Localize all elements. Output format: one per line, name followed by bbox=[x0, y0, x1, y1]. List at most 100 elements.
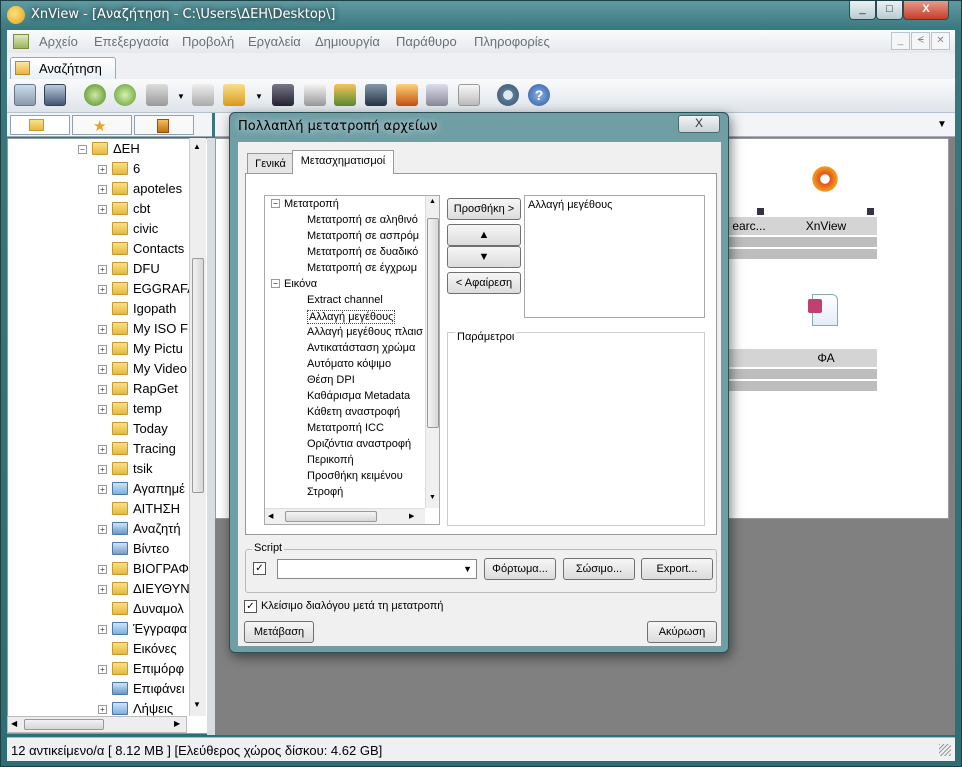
menu-tools[interactable]: Εργαλεία bbox=[248, 34, 301, 49]
collapse-icon[interactable]: − bbox=[78, 145, 87, 154]
go-button[interactable]: Μετάβαση bbox=[244, 621, 314, 643]
tree-item[interactable]: Επιφάνει bbox=[112, 681, 185, 701]
tree-item[interactable]: + My Video bbox=[98, 361, 187, 381]
settings-icon[interactable] bbox=[497, 84, 519, 106]
collapse-icon[interactable]: − bbox=[271, 199, 280, 208]
expand-icon[interactable]: + bbox=[98, 165, 107, 174]
expand-icon[interactable]: + bbox=[98, 325, 107, 334]
scroll-right-arrow-icon[interactable]: ▶ bbox=[174, 719, 180, 728]
transform-item[interactable]: Extract channel bbox=[307, 294, 383, 306]
load-script-button[interactable]: Φόρτωμα... bbox=[484, 558, 556, 580]
binoculars-icon[interactable] bbox=[272, 84, 294, 106]
folder-open-icon[interactable] bbox=[223, 84, 245, 106]
tree-item[interactable]: ΑΙΤΗΣΗ bbox=[112, 501, 180, 521]
transform-item[interactable]: Μετατροπή σε ασπρόμ bbox=[307, 230, 419, 242]
capture-icon[interactable] bbox=[365, 84, 387, 106]
transform-tree[interactable]: − Μετατροπή Μετατροπή σε αληθινό Μετατροπή … bbox=[264, 195, 440, 525]
transform-tree-vscroll[interactable]: ▲ ▼ bbox=[425, 196, 439, 508]
open-icon[interactable] bbox=[192, 84, 214, 106]
tab-transforms[interactable]: Μετασχηματισμοί bbox=[292, 150, 394, 174]
pane-splitter[interactable] bbox=[207, 138, 215, 735]
expand-icon[interactable]: + bbox=[98, 485, 107, 494]
transform-item[interactable]: Αντικατάσταση χρώμα bbox=[307, 342, 415, 354]
tree-item[interactable]: + Αναζητή bbox=[98, 521, 181, 541]
menu-edit[interactable]: Επεξεργασία bbox=[94, 34, 169, 49]
collapse-icon[interactable]: − bbox=[271, 279, 280, 288]
transform-item[interactable]: Περικοπή bbox=[307, 454, 354, 466]
transform-tree-hscroll[interactable]: ◀ ▶ bbox=[265, 508, 425, 524]
scroll-left-arrow-icon[interactable]: ◀ bbox=[268, 512, 273, 520]
transform-item[interactable]: Μετατροπή σε έγχρωμ bbox=[307, 262, 417, 274]
favorites-tab[interactable]: ★ bbox=[72, 115, 132, 135]
mdi-minimize-button[interactable]: _ bbox=[891, 32, 910, 50]
expand-icon[interactable]: + bbox=[98, 445, 107, 454]
tree-item[interactable]: + cbt bbox=[98, 201, 150, 221]
move-up-button[interactable]: ▲ bbox=[447, 224, 521, 246]
title-bar[interactable]: XnView - [Αναζήτηση - C:\Users\ΔΕΗ\Deskt… bbox=[1, 1, 961, 30]
scroll-up-arrow-icon[interactable]: ▲ bbox=[193, 142, 201, 151]
expand-icon[interactable]: + bbox=[98, 665, 107, 674]
tree-item[interactable]: + Αγαπημέ bbox=[98, 481, 185, 501]
tree-item[interactable]: Εικόνες bbox=[112, 641, 177, 661]
expand-icon[interactable]: + bbox=[98, 385, 107, 394]
folder-tree[interactable]: − ΔΕΗ +6 + apoteles + cbt civic Contacts + DFU + EG… bbox=[7, 138, 209, 734]
menu-file[interactable]: Αρχείο bbox=[39, 34, 78, 49]
tree-item[interactable]: + ΒΙΟΓΡΑΦ bbox=[98, 561, 189, 581]
menu-create[interactable]: Δημιουργία bbox=[315, 34, 380, 49]
transform-item[interactable]: Προσθήκη κειμένου bbox=[307, 470, 403, 482]
address-dropdown-icon[interactable]: ▼ bbox=[937, 119, 947, 130]
tab-search[interactable]: Αναζήτηση bbox=[10, 57, 116, 79]
transform-item[interactable]: Αλλαγή μεγέθους bbox=[307, 310, 396, 324]
add-transform-button[interactable]: Προσθήκη > bbox=[447, 198, 521, 220]
thumbnail-item[interactable]: ΦΑ bbox=[775, 349, 877, 391]
expand-icon[interactable]: + bbox=[98, 585, 107, 594]
tree-item[interactable]: + My Pictu bbox=[98, 341, 183, 361]
transform-item[interactable]: Μετατροπή σε αληθινό bbox=[307, 214, 418, 226]
expand-icon[interactable]: + bbox=[98, 525, 107, 534]
menu-window[interactable]: Παράθυρο bbox=[396, 34, 457, 49]
transform-item[interactable]: Αλλαγή μεγέθους πλαισ bbox=[307, 326, 423, 338]
help-icon[interactable]: ? bbox=[528, 84, 550, 106]
tree-item[interactable]: + temp bbox=[98, 401, 162, 421]
cancel-button[interactable]: Ακύρωση bbox=[647, 621, 717, 643]
print-icon[interactable] bbox=[304, 84, 326, 106]
tree-root[interactable]: − ΔΕΗ bbox=[78, 141, 140, 161]
scroll-thumb[interactable] bbox=[427, 218, 439, 428]
expand-icon[interactable]: + bbox=[98, 345, 107, 354]
refresh-icon[interactable] bbox=[84, 84, 106, 106]
tree-item[interactable]: Βίντεο bbox=[112, 541, 169, 561]
transform-group[interactable]: − Μετατροπή bbox=[271, 198, 339, 210]
scroll-down-arrow-icon[interactable]: ▼ bbox=[193, 700, 201, 709]
thumbnail-item[interactable]: XnView bbox=[775, 217, 877, 259]
maximize-button[interactable]: □ bbox=[876, 1, 903, 20]
tree-item[interactable]: + EGGRAFA bbox=[98, 281, 196, 301]
transform-item[interactable]: Μετατροπή ICC bbox=[307, 422, 384, 434]
tree-item[interactable]: +6 bbox=[98, 161, 140, 181]
transform-item[interactable]: Αυτόματο κόψιμο bbox=[307, 358, 391, 370]
close-after-label[interactable]: Κλείσιμο διαλόγου μετά τη μετατροπή bbox=[261, 600, 443, 612]
tree-item[interactable]: + DFU bbox=[98, 261, 160, 281]
tree-item[interactable]: + ΔΙΕΥΘΥΝ bbox=[98, 581, 190, 601]
transform-item[interactable]: Κάθετη αναστροφή bbox=[307, 406, 400, 418]
transform-item[interactable]: Θέση DPI bbox=[307, 374, 355, 386]
expand-icon[interactable]: + bbox=[98, 365, 107, 374]
minimize-button[interactable]: _ bbox=[849, 1, 876, 20]
folder-dropdown-icon[interactable]: ▼ bbox=[255, 92, 263, 101]
expand-icon[interactable]: + bbox=[98, 265, 107, 274]
tree-item[interactable]: + Έγγραφα bbox=[98, 621, 187, 641]
selected-transforms-list[interactable]: Αλλαγή μεγέθους bbox=[524, 195, 705, 318]
fullscreen-icon[interactable] bbox=[44, 84, 66, 106]
tree-item[interactable]: civic bbox=[112, 221, 158, 241]
tree-item[interactable]: Today bbox=[112, 421, 168, 441]
scroll-left-arrow-icon[interactable]: ◀ bbox=[11, 719, 17, 728]
close-after-checkbox[interactable]: ✓ bbox=[244, 600, 257, 613]
transform-item[interactable]: Στροφή bbox=[307, 486, 343, 498]
tree-item[interactable]: Δυναμολ bbox=[112, 601, 184, 621]
transform-group[interactable]: − Εικόνα bbox=[271, 278, 317, 290]
save-script-button[interactable]: Σώσιμο... bbox=[563, 558, 635, 580]
contact-sheet-icon[interactable] bbox=[458, 84, 480, 106]
tree-item[interactable]: + Tracing bbox=[98, 441, 176, 461]
mdi-close-button[interactable]: ✕ bbox=[931, 32, 950, 50]
tree-item[interactable]: Contacts bbox=[112, 241, 184, 261]
transform-item[interactable]: Μετατροπή σε δυαδικό bbox=[307, 246, 418, 258]
